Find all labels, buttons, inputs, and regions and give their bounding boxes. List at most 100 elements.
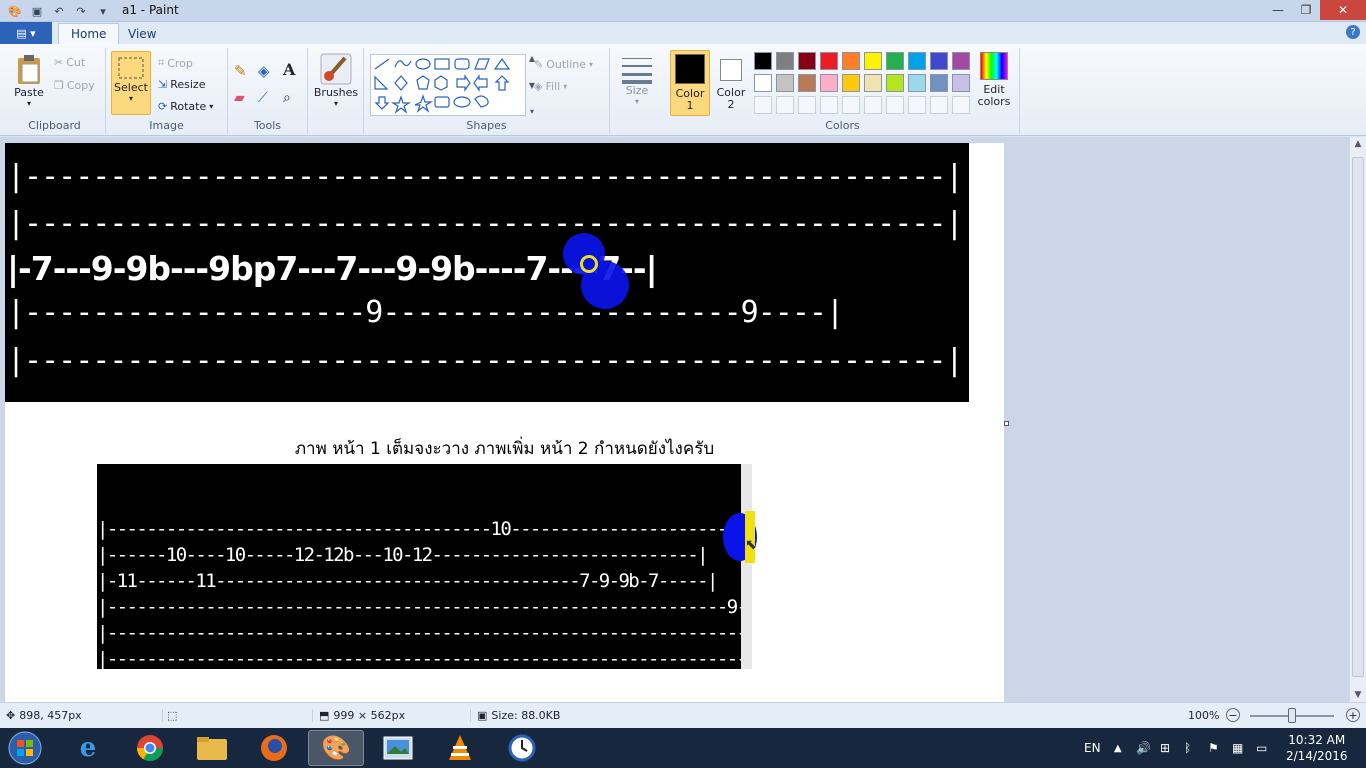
clock-tray[interactable]: 10:32 AM 2/14/2016 (1286, 728, 1348, 768)
custom-color-slot[interactable] (820, 96, 838, 114)
palette-swatch[interactable] (820, 52, 838, 70)
palette-swatch[interactable] (930, 52, 948, 70)
scroll-up-icon[interactable]: ▲ (1350, 139, 1366, 149)
palette-swatch[interactable] (864, 74, 882, 92)
bluetooth-icon[interactable]: ᛒ (1184, 728, 1191, 768)
palette-swatch[interactable] (886, 74, 904, 92)
canvas-resize-handle[interactable] (1004, 421, 1009, 426)
cursor-position: 898, 457px (19, 709, 82, 722)
taskbar-paint[interactable]: 🎨 (308, 730, 364, 766)
start-button[interactable] (0, 730, 50, 766)
custom-color-slot[interactable] (842, 96, 860, 114)
palette-swatch[interactable] (952, 74, 970, 92)
palette-swatch[interactable] (930, 74, 948, 92)
file-menu-button[interactable]: ▤ ▾ (0, 22, 52, 44)
palette-swatch[interactable] (776, 52, 794, 70)
fill-button[interactable]: ◈ Fill ▾ (534, 80, 567, 93)
palette-swatch[interactable] (908, 74, 926, 92)
fill-bucket-icon[interactable]: ◈ (258, 62, 270, 80)
select-button[interactable]: Select ▾ (111, 51, 151, 115)
redo-icon[interactable]: ↷ (72, 2, 90, 20)
paste-button[interactable]: Paste ▾ (8, 52, 50, 108)
taskbar-photo-viewer[interactable] (370, 730, 426, 766)
magnifier-icon[interactable]: ⌕ (283, 90, 291, 106)
customize-qat-icon[interactable]: ▾ (94, 2, 112, 20)
rotate-button[interactable]: ⟳ Rotate ▾ (158, 100, 213, 113)
clipboard-group-label: Clipboard (28, 119, 81, 132)
taskbar-vlc[interactable] (432, 730, 488, 766)
palette-swatch[interactable] (798, 74, 816, 92)
help-icon[interactable]: ? (1346, 25, 1360, 39)
custom-color-slot[interactable] (930, 96, 948, 114)
custom-color-slot[interactable] (864, 96, 882, 114)
tab-view[interactable]: View (116, 23, 168, 44)
resize-button[interactable]: ⇲ Resize (158, 78, 205, 91)
palette-swatch[interactable] (798, 52, 816, 70)
color-picker-icon[interactable]: ⟋ (258, 90, 268, 106)
save-icon[interactable]: ▣ (28, 2, 46, 20)
palette-swatch[interactable] (754, 52, 772, 70)
color1-button[interactable]: Color 1 (670, 50, 710, 116)
outline-button[interactable]: ✎ Outline ▾ (534, 58, 593, 71)
scroll-thumb[interactable] (1352, 157, 1364, 677)
maximize-button[interactable]: ❐ (1292, 0, 1320, 20)
copy-button[interactable]: ❐ Copy (54, 79, 95, 92)
palette-swatch[interactable] (864, 52, 882, 70)
color1-label: Color 1 (675, 87, 705, 112)
custom-color-slot[interactable] (776, 96, 794, 114)
network-icon[interactable]: ▦ (1232, 728, 1243, 768)
color2-button[interactable]: Color 2 (712, 50, 750, 116)
taskbar-ie[interactable]: e (60, 730, 116, 766)
custom-color-slot[interactable] (754, 96, 772, 114)
brushes-button[interactable]: Brushes ▾ (314, 52, 358, 108)
palette-swatch[interactable] (952, 52, 970, 70)
action-center-icon[interactable]: ⚑ (1208, 728, 1219, 768)
crop-button[interactable]: ⌗ Crop (158, 56, 193, 70)
zoom-out-button[interactable]: − (1226, 708, 1240, 722)
palette-swatch[interactable] (842, 74, 860, 92)
size-button[interactable]: Size ▾ (618, 54, 656, 106)
custom-color-slot[interactable] (952, 96, 970, 114)
close-button[interactable]: ✕ (1320, 0, 1366, 20)
palette-swatch[interactable] (886, 52, 904, 70)
cut-button[interactable]: ✂ Cut (54, 56, 85, 69)
palette-swatch[interactable] (776, 74, 794, 92)
color1-swatch (675, 54, 705, 84)
zoom-in-button[interactable]: + (1346, 708, 1360, 722)
volume-icon[interactable]: 🔊 (1136, 728, 1151, 768)
vertical-scrollbar[interactable]: ▲ ▼ (1349, 137, 1366, 702)
guitar-tab-image-top: |---------------------------------------… (5, 143, 969, 402)
palette-swatch[interactable] (908, 52, 926, 70)
scroll-down-icon[interactable]: ▼ (1350, 690, 1366, 700)
pencil-icon[interactable]: ✎ (234, 62, 247, 80)
shapes-gallery[interactable] (370, 54, 526, 116)
chrome-icon (136, 735, 164, 762)
show-hidden-icons[interactable]: ▲ (1114, 728, 1122, 768)
palette-swatch[interactable] (754, 74, 772, 92)
custom-color-slot[interactable] (886, 96, 904, 114)
text-tool-icon[interactable]: A (283, 60, 295, 79)
paint-app-icon[interactable]: 🎨 (6, 2, 24, 20)
windows-taskbar: e 🎨 EN ▲ 🔊 ⊞ ᛒ ⚑ ▦ ▭ 10:32 AM 2/14/2016 (0, 728, 1366, 768)
taskbar-chrome[interactable] (122, 730, 178, 766)
language-indicator[interactable]: EN (1084, 728, 1101, 768)
windows-flag-icon[interactable]: ⊞ (1160, 728, 1170, 768)
custom-color-slot[interactable] (908, 96, 926, 114)
clipboard-group: Paste ▾ ✂ Cut ❐ Copy Clipboard (4, 48, 106, 134)
tab-home[interactable]: Home (58, 23, 120, 44)
custom-color-slot[interactable] (798, 96, 816, 114)
fill-label: Fill (545, 80, 561, 93)
taskbar-explorer[interactable] (184, 730, 240, 766)
drawing-canvas[interactable]: |---------------------------------------… (5, 143, 1004, 703)
eraser-icon[interactable]: ▰ (234, 90, 245, 106)
palette-swatch[interactable] (820, 74, 838, 92)
edit-colors-button[interactable]: Edit colors (974, 52, 1014, 108)
minimize-button[interactable]: — (1264, 0, 1292, 20)
taskbar-firefox[interactable] (246, 730, 302, 766)
taskbar-clock-app[interactable] (494, 730, 550, 766)
display-icon[interactable]: ▭ (1256, 728, 1267, 768)
undo-icon[interactable]: ↶ (50, 2, 68, 20)
paste-label: Paste (14, 86, 44, 99)
palette-swatch[interactable] (842, 52, 860, 70)
zoom-slider-thumb[interactable] (1288, 708, 1296, 723)
